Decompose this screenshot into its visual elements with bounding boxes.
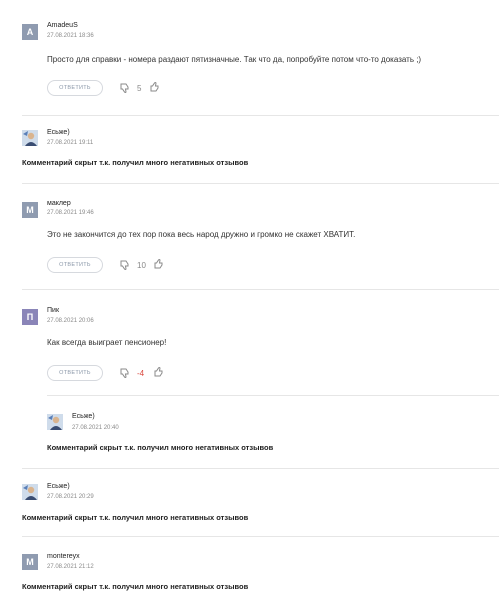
thumb-up-icon[interactable] — [153, 258, 165, 270]
thumb-up-icon[interactable] — [149, 81, 161, 93]
comment-author[interactable]: Есьже) — [72, 413, 95, 420]
comment-date: 27.08.2021 20:40 — [72, 425, 119, 431]
hidden-comment-notice: Комментарий скрыт т.к. получил много нег… — [22, 513, 249, 522]
comment-item: М маклер 27.08.2021 19:46 Это не закончи… — [0, 184, 499, 289]
comment-text: Как всегда выиграет пенсионер! — [47, 338, 167, 347]
reply-button[interactable]: ОТВЕТИТЬ — [47, 257, 103, 273]
vote-count: 5 — [137, 84, 142, 93]
hidden-comment-notice: Комментарий скрыт т.к. получил много нег… — [47, 443, 274, 452]
comment-item: Есьже) 27.08.2021 19:11 Комментарий скры… — [0, 116, 499, 183]
user-photo-icon — [22, 484, 38, 500]
avatar[interactable]: A — [22, 24, 38, 40]
hidden-comment-notice: Комментарий скрыт т.к. получил много нег… — [22, 582, 249, 591]
comment-date: 27.08.2021 18:36 — [47, 33, 94, 39]
comment-author[interactable]: AmadeuS — [47, 22, 78, 29]
comment-author[interactable]: Пик — [47, 307, 59, 314]
comment-date: 27.08.2021 19:46 — [47, 210, 94, 216]
comment-text: Это не закончится до тех пор пока весь н… — [47, 230, 356, 239]
comment-item: A AmadeuS 27.08.2021 18:36 Просто для сп… — [0, 0, 499, 115]
comment-item: П Пик 27.08.2021 20:06 Как всегда выигра… — [0, 290, 499, 395]
vote-count: 10 — [137, 261, 146, 270]
hidden-comment-notice: Комментарий скрыт т.к. получил много нег… — [22, 158, 249, 167]
avatar[interactable]: М — [22, 554, 38, 570]
comment-date: 27.08.2021 21:12 — [47, 564, 94, 570]
thumb-down-icon[interactable] — [119, 367, 131, 379]
comment-author[interactable]: маклер — [47, 200, 71, 207]
avatar[interactable] — [22, 484, 38, 500]
comment-item: М montereyx 27.08.2021 21:12 Комментарий… — [0, 537, 499, 600]
avatar[interactable]: М — [22, 202, 38, 218]
avatar[interactable] — [47, 414, 63, 430]
avatar[interactable]: П — [22, 309, 38, 325]
comment-date: 27.08.2021 19:11 — [47, 140, 94, 146]
vote-count: -4 — [137, 369, 145, 378]
comment-reply-item: Есьже) 27.08.2021 20:40 Комментарий скры… — [0, 396, 499, 466]
comment-date: 27.08.2021 20:06 — [47, 318, 94, 324]
thumb-down-icon[interactable] — [119, 82, 131, 94]
thumb-down-icon[interactable] — [119, 259, 131, 271]
user-photo-icon — [22, 130, 38, 146]
comment-author[interactable]: montereyx — [47, 553, 80, 560]
thumb-up-icon[interactable] — [153, 366, 165, 378]
avatar[interactable] — [22, 130, 38, 146]
comment-author[interactable]: Есьже) — [47, 129, 70, 136]
comment-text: Просто для справки - номера раздают пяти… — [47, 55, 422, 64]
reply-button[interactable]: ОТВЕТИТЬ — [47, 80, 103, 96]
comment-date: 27.08.2021 20:29 — [47, 494, 94, 500]
reply-button[interactable]: ОТВЕТИТЬ — [47, 365, 103, 381]
comment-item: Есьже) 27.08.2021 20:29 Комментарий скры… — [0, 469, 499, 536]
comment-author[interactable]: Есьже) — [47, 483, 70, 490]
user-photo-icon — [47, 414, 63, 430]
